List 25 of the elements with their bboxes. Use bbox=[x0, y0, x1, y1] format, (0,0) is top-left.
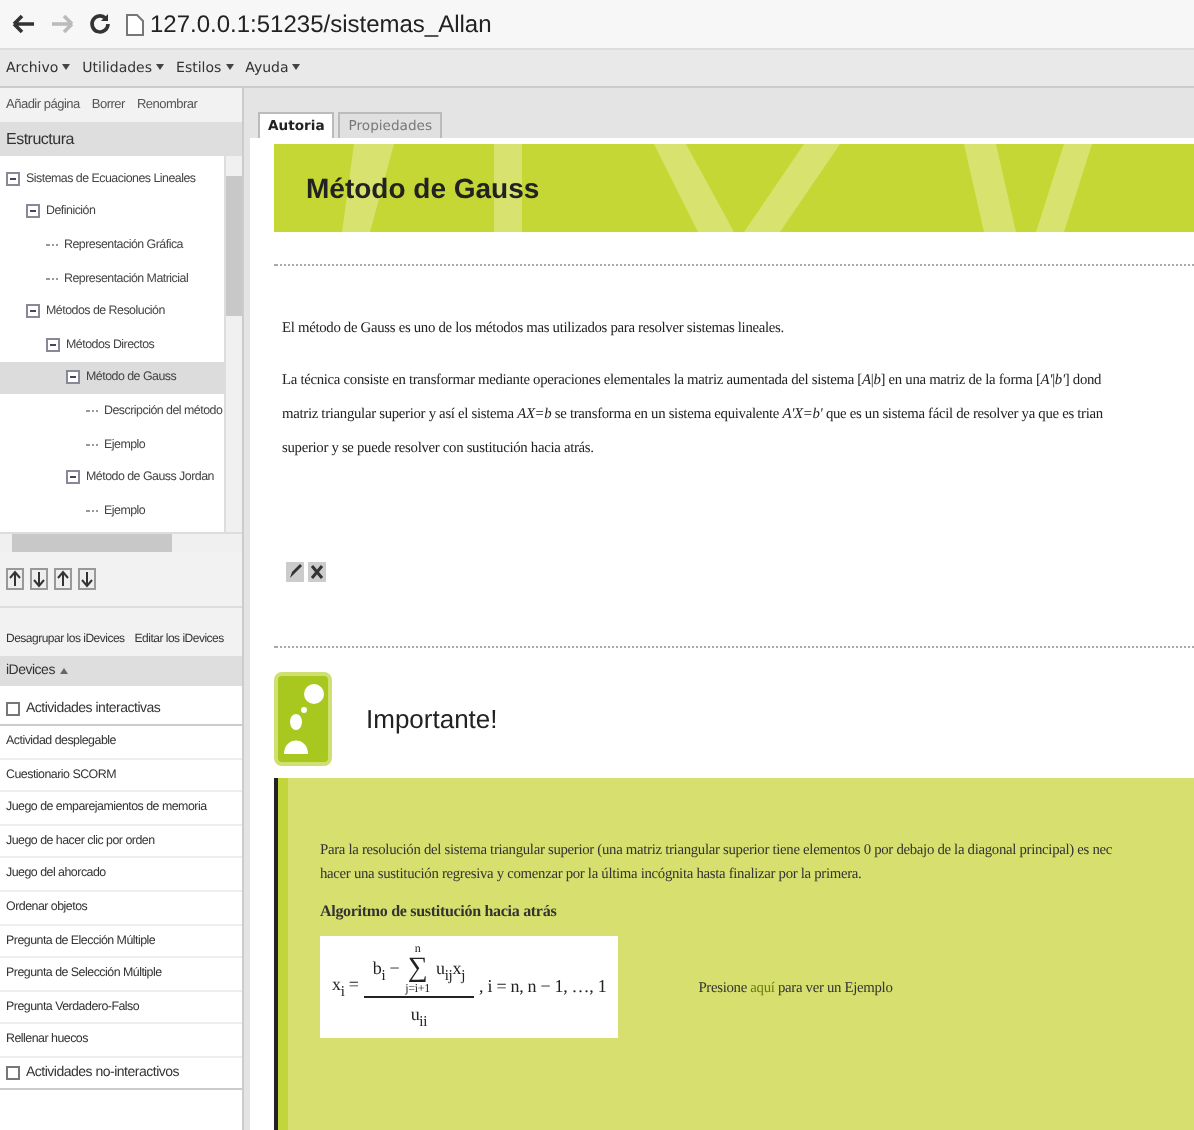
collapse-icon[interactable] bbox=[66, 370, 80, 385]
panel-header: Estructura bbox=[0, 122, 242, 156]
box-title: Importante! bbox=[366, 703, 498, 733]
scrollbar[interactable] bbox=[224, 156, 242, 532]
section-heading: Algoritmo de sustitución hacia atrás bbox=[320, 902, 557, 920]
page-icon bbox=[126, 13, 144, 35]
person-icon bbox=[274, 671, 332, 765]
collapse-icon[interactable] bbox=[26, 304, 40, 319]
arrow-icon[interactable] bbox=[54, 568, 72, 590]
collapse-icon[interactable] bbox=[46, 337, 60, 352]
collapse-icon[interactable] bbox=[66, 470, 80, 485]
arrow-icon[interactable] bbox=[6, 568, 24, 590]
collapse-icon[interactable] bbox=[6, 171, 20, 186]
delete-icon[interactable] bbox=[308, 562, 326, 582]
collapse-icon[interactable] bbox=[26, 204, 40, 219]
collapse-icon bbox=[6, 702, 20, 716]
arrow-icon[interactable] bbox=[78, 568, 96, 590]
collapse-icon bbox=[6, 1065, 20, 1080]
pencil-icon[interactable] bbox=[286, 562, 304, 582]
reload-icon[interactable] bbox=[88, 12, 112, 36]
address-field[interactable]: 127.0.0.1:51235/sistemas_Allan bbox=[126, 10, 492, 38]
scrollbar[interactable] bbox=[0, 532, 242, 552]
arrow-icon[interactable] bbox=[30, 568, 48, 590]
page-title: Método de Gauss bbox=[306, 172, 540, 204]
back-icon[interactable] bbox=[12, 14, 36, 34]
